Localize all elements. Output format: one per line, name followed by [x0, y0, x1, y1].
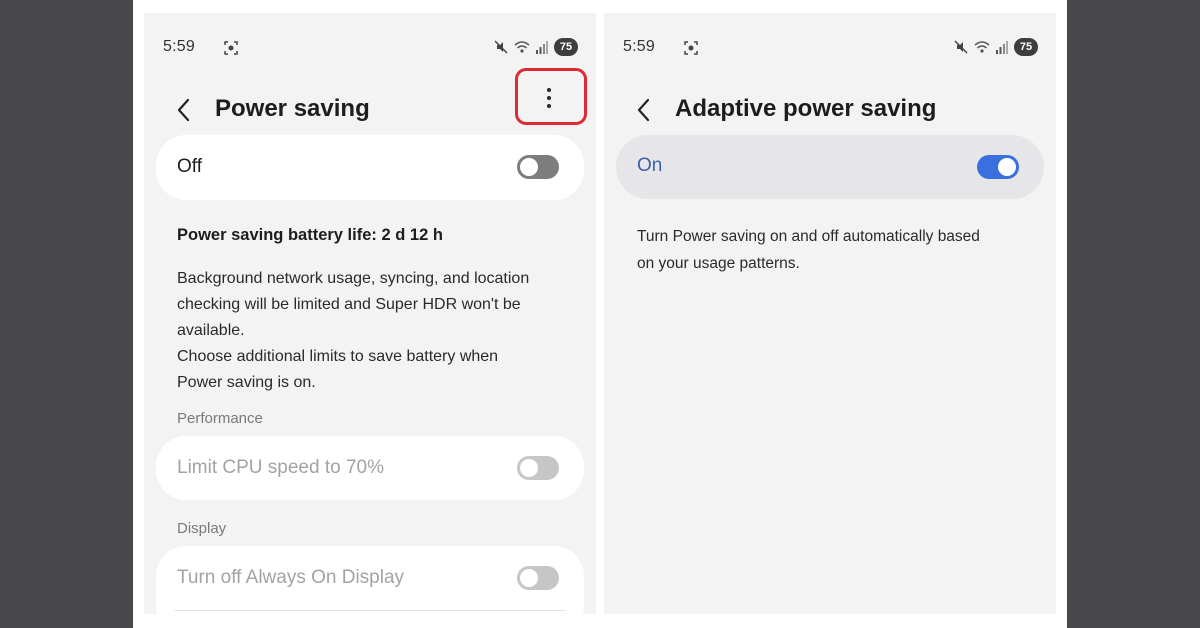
- battery-life-text: Power saving battery life: 2 d 12 h: [177, 226, 443, 244]
- page-title: Adaptive power saving: [675, 95, 937, 122]
- switch-knob: [998, 158, 1016, 176]
- mute-icon: [494, 40, 508, 54]
- limit-cpu-switch[interactable]: [517, 456, 559, 480]
- power-saving-toggle-row[interactable]: Off: [156, 135, 584, 200]
- description-text: Turn Power saving on and off automatical…: [637, 228, 980, 272]
- adaptive-power-saving-toggle-row[interactable]: On: [616, 135, 1044, 199]
- page-title: Power saving: [215, 95, 370, 122]
- status-time: 5:59: [623, 38, 655, 55]
- wifi-icon: [974, 41, 990, 53]
- status-icons: 75: [494, 37, 578, 57]
- power-saving-screen: 5:59 75 Power saving Off Power saving ba…: [144, 13, 596, 614]
- power-saving-switch[interactable]: [517, 155, 559, 179]
- status-icons: 75: [954, 37, 1038, 57]
- status-time: 5:59: [163, 38, 195, 55]
- always-on-display-row[interactable]: Turn off Always On Display: [156, 546, 584, 614]
- app-header: Adaptive power saving: [604, 85, 1056, 135]
- switch-knob: [520, 158, 538, 176]
- status-bar: 5:59 75: [163, 35, 578, 61]
- back-arrow-icon[interactable]: [174, 97, 194, 123]
- more-options-button[interactable]: [536, 83, 562, 113]
- description-text: Background network usage, syncing, and l…: [177, 270, 530, 391]
- section-label-performance: Performance: [177, 410, 263, 427]
- always-on-display-label: Turn off Always On Display: [177, 567, 405, 588]
- toggle-label: Off: [177, 156, 202, 177]
- divider: [174, 610, 566, 611]
- toggle-label: On: [637, 155, 663, 176]
- limit-cpu-label: Limit CPU speed to 70%: [177, 457, 384, 478]
- screen-recorder-icon: [684, 41, 698, 55]
- section-label-display: Display: [177, 520, 227, 537]
- adaptive-power-saving-switch[interactable]: [977, 155, 1019, 179]
- battery-indicator: 75: [1014, 38, 1038, 56]
- screen-recorder-icon: [224, 41, 238, 55]
- wifi-icon: [514, 41, 530, 53]
- signal-icon: [536, 41, 548, 54]
- switch-knob: [520, 569, 538, 587]
- switch-knob: [520, 459, 538, 477]
- adaptive-power-saving-screen: 5:59 75 Adaptive power saving On Turn Po…: [604, 13, 1056, 614]
- more-options-icon: [547, 88, 551, 92]
- signal-icon: [996, 41, 1008, 54]
- battery-indicator: 75: [554, 38, 578, 56]
- back-arrow-icon[interactable]: [634, 97, 654, 123]
- mute-icon: [954, 40, 968, 54]
- status-bar: 5:59 75: [623, 35, 1038, 61]
- limit-cpu-row[interactable]: Limit CPU speed to 70%: [156, 436, 584, 500]
- always-on-display-switch[interactable]: [517, 566, 559, 590]
